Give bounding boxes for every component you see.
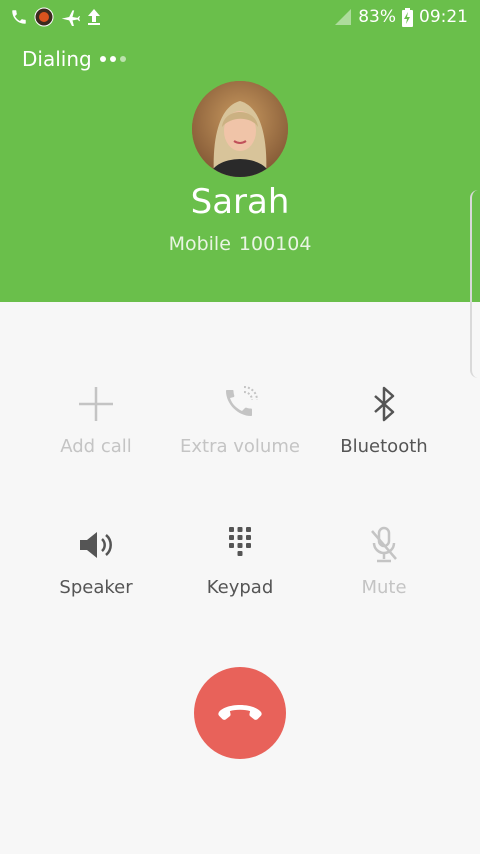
speaker-icon xyxy=(80,532,112,558)
add-call-label: Add call xyxy=(60,436,132,457)
mute-label: Mute xyxy=(361,577,407,598)
upload-icon xyxy=(88,9,100,25)
speaker-button[interactable]: Speaker xyxy=(16,525,176,615)
mute-button[interactable]: Mute xyxy=(304,525,464,615)
status-bar-left xyxy=(10,6,102,28)
number-type: Mobile xyxy=(168,233,231,255)
end-call-icon xyxy=(218,705,262,720)
keypad-label: Keypad xyxy=(206,577,274,598)
battery-percent: 83% xyxy=(358,7,396,27)
status-bar: 83% 09:21 xyxy=(0,0,480,34)
phone-volume-icon xyxy=(226,386,258,416)
mute-mic-icon xyxy=(371,526,397,563)
plus-icon xyxy=(79,387,113,421)
call-status-text: Dialing xyxy=(22,47,92,71)
extra-volume-button[interactable]: Extra volume xyxy=(160,384,320,474)
phone-number: 100104 xyxy=(238,233,312,255)
signal-icon xyxy=(335,9,352,25)
call-status: Dialing xyxy=(22,47,126,71)
status-bar-right: 83% 09:21 xyxy=(334,6,468,28)
add-call-button[interactable]: Add call xyxy=(16,384,176,474)
clock: 09:21 xyxy=(419,7,468,27)
avatar xyxy=(192,81,288,177)
speaker-label: Speaker xyxy=(59,577,133,598)
bluetooth-button[interactable]: Bluetooth xyxy=(304,384,464,474)
bluetooth-label: Bluetooth xyxy=(340,436,428,457)
battery-charging-icon xyxy=(402,7,413,27)
dialing-dots-icon xyxy=(99,56,126,62)
notification-app-icon xyxy=(34,7,54,27)
edge-panel-handle[interactable] xyxy=(470,190,480,378)
call-header: 83% 09:21 Dialing Sarah Mobile 100104 xyxy=(0,0,480,302)
extra-volume-label: Extra volume xyxy=(180,436,300,457)
bluetooth-icon xyxy=(374,386,395,422)
keypad-button[interactable]: Keypad xyxy=(160,525,320,615)
contact-number-line: Mobile 100104 xyxy=(0,233,480,255)
keypad-icon xyxy=(229,527,251,556)
end-call-button[interactable] xyxy=(194,667,286,759)
airplane-icon xyxy=(61,10,80,26)
phone-icon xyxy=(12,10,26,24)
contact-name: Sarah xyxy=(190,182,290,222)
